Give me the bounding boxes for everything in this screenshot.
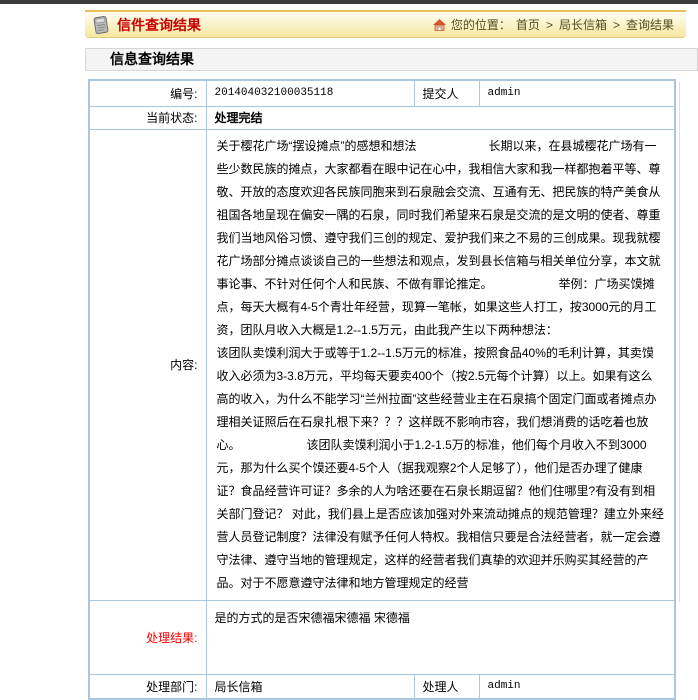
browser-top-strip <box>0 0 698 4</box>
result-value: 是的方式的是否宋德福宋德福 宋德福 <box>206 600 675 674</box>
submitter-value: admin <box>479 80 675 106</box>
content-right-divider <box>679 82 680 602</box>
breadcrumb: 您的位置： 首页 > 局长信箱 > 查询结果 <box>433 16 674 33</box>
table-row-number: 编号: 201404032100035118 提交人 admin <box>89 80 675 106</box>
table-row-department: 处理部门: 局长信箱 处理人 admin <box>89 674 675 699</box>
department-value: 局长信箱 <box>206 674 414 699</box>
result-label: 处理结果: <box>89 600 206 674</box>
status-label: 当前状态: <box>89 106 206 129</box>
page-title: 信件查询结果 <box>117 15 201 35</box>
home-icon <box>433 19 446 31</box>
table-row-result: 处理结果: 是的方式的是否宋德福宋德福 宋德福 <box>89 600 675 674</box>
title-left: 信件查询结果 <box>91 14 201 36</box>
department-label: 处理部门: <box>89 674 206 699</box>
page-container: 信件查询结果 您的位置： 首页 > 局长信箱 > 查询结果 信息查询结果 <box>85 10 698 700</box>
title-bar: 信件查询结果 您的位置： 首页 > 局长信箱 > 查询结果 <box>85 10 686 38</box>
table-row-content: 内容: 关于樱花广场“摆设摊点”的感想和想法 长期以来，在县城樱花广场有一些少数… <box>89 129 675 600</box>
breadcrumb-link-mailbox[interactable]: 局长信箱 <box>559 16 607 33</box>
breadcrumb-prefix: 您的位置： <box>451 16 511 33</box>
status-value: 处理完结 <box>206 106 675 129</box>
mail-icon <box>91 14 111 36</box>
handler-value: admin <box>479 674 675 699</box>
result-table: 编号: 201404032100035118 提交人 admin 当前状态: 处… <box>88 79 676 700</box>
handler-label: 处理人 <box>414 674 479 699</box>
submitter-label: 提交人 <box>414 80 479 106</box>
content-label: 内容: <box>89 129 206 600</box>
section-title: 信息查询结果 <box>85 48 698 71</box>
breadcrumb-separator: > <box>613 18 620 32</box>
breadcrumb-link-home[interactable]: 首页 <box>516 16 540 33</box>
breadcrumb-separator: > <box>546 18 553 32</box>
content-value: 关于樱花广场“摆设摊点”的感想和想法 长期以来，在县城樱花广场有一些少数民族的摊… <box>206 129 675 600</box>
table-row-status: 当前状态: 处理完结 <box>89 106 675 129</box>
number-value: 201404032100035118 <box>206 80 414 106</box>
number-label: 编号: <box>89 80 206 106</box>
breadcrumb-link-query-result[interactable]: 查询结果 <box>626 16 674 33</box>
